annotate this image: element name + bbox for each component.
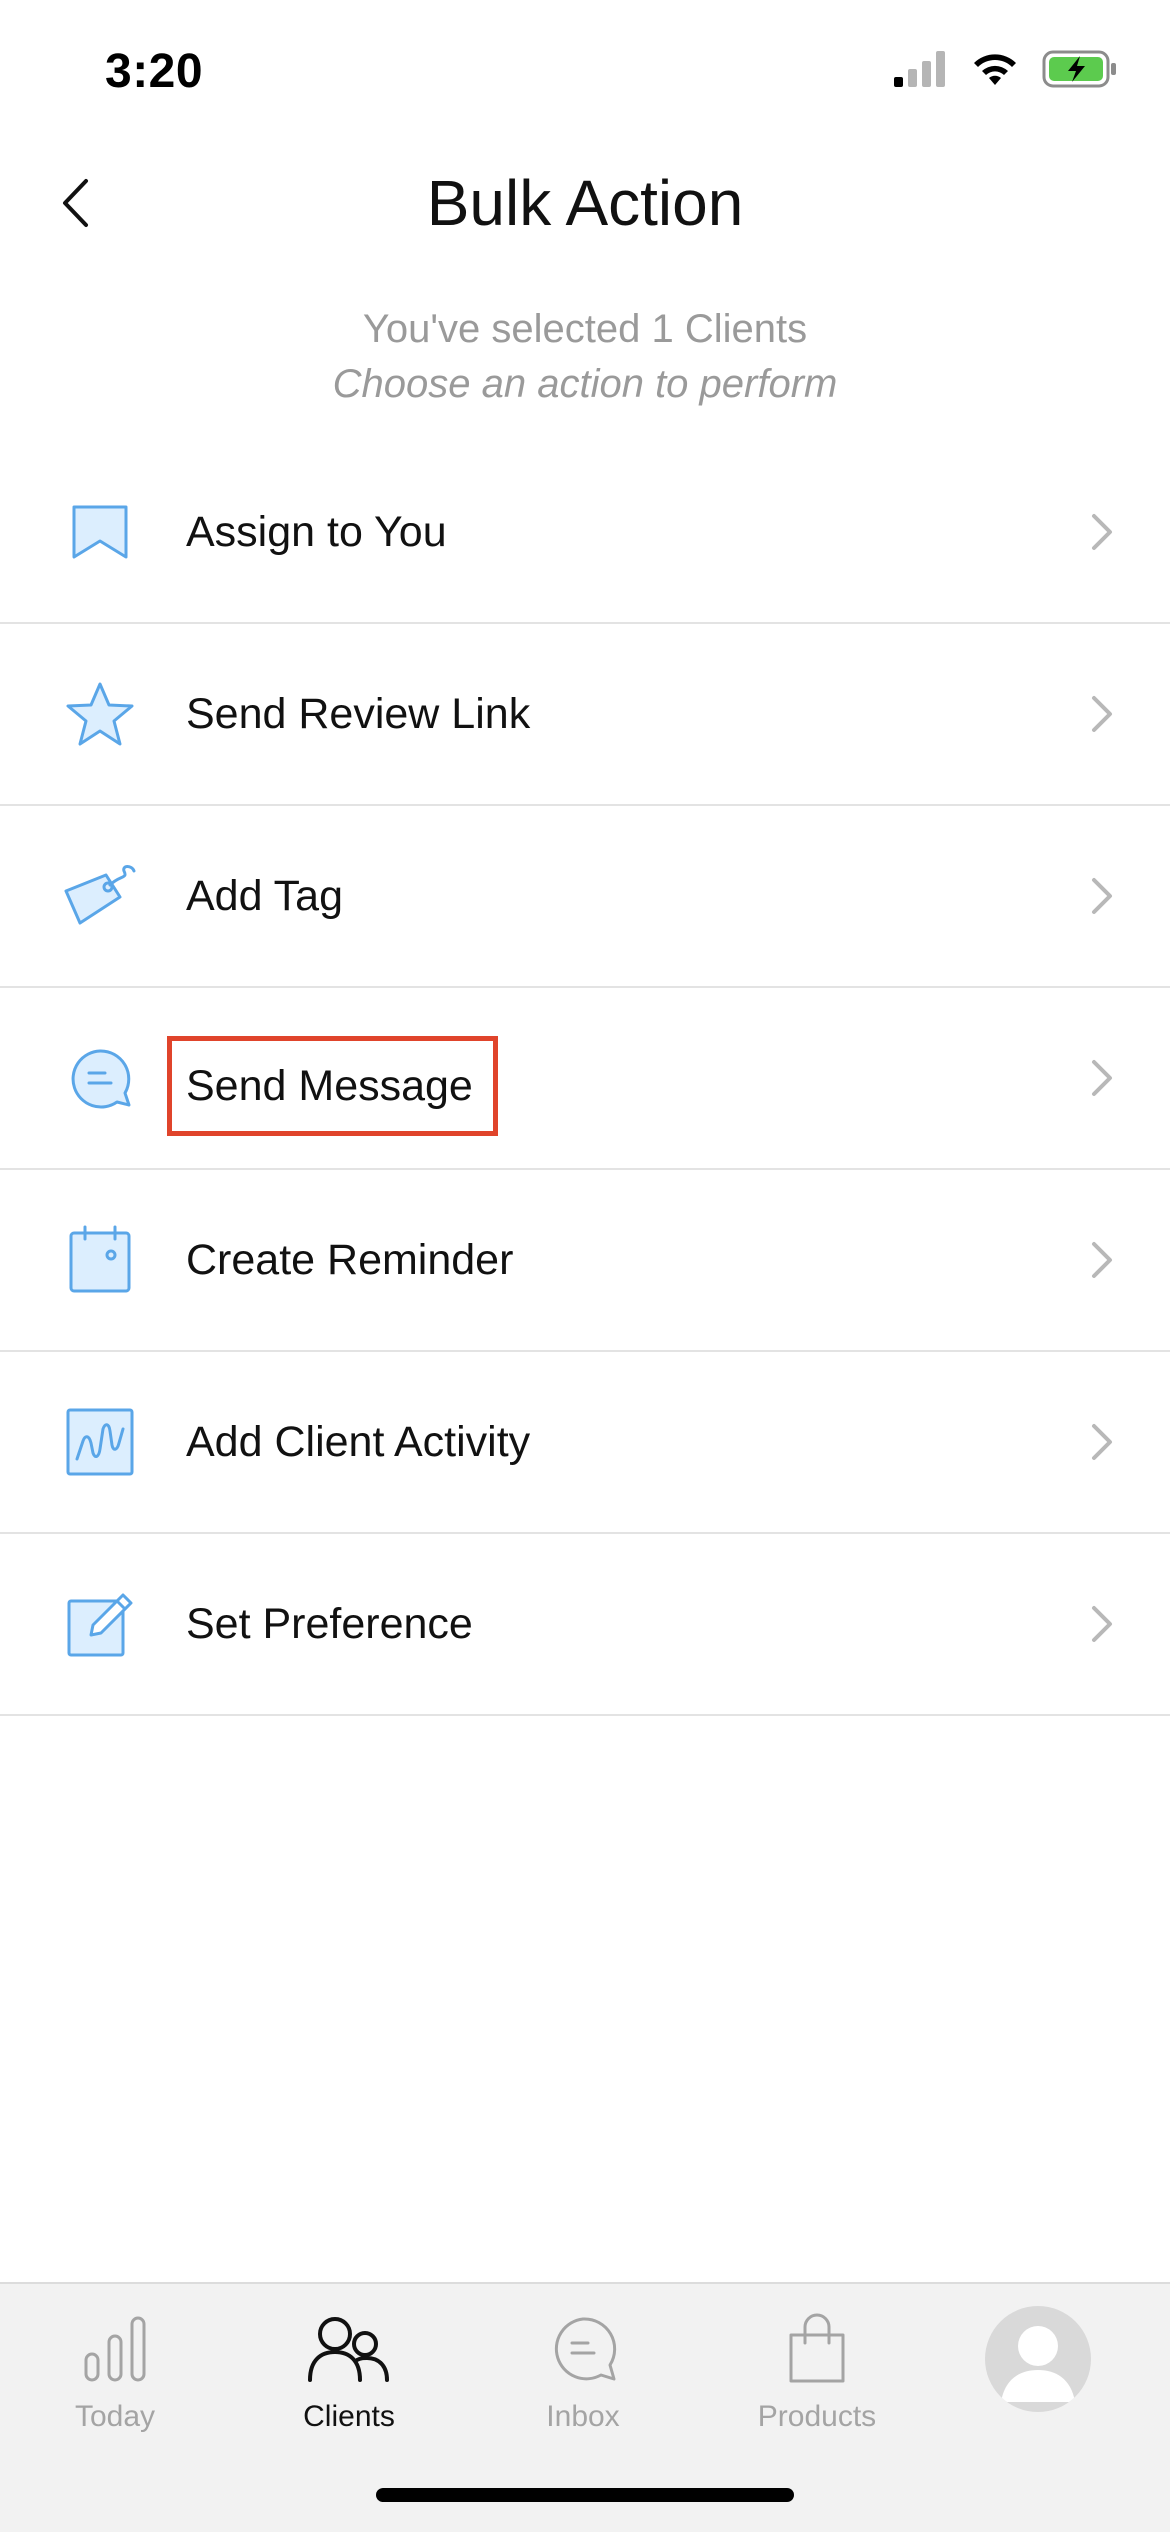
chevron-right-icon (1082, 510, 1122, 554)
action-add-client-activity[interactable]: Add Client Activity (0, 1352, 1170, 1534)
tag-icon (60, 861, 140, 931)
battery-charging-icon (1042, 50, 1118, 93)
profile-avatar-icon[interactable] (985, 2306, 1091, 2412)
edit-icon (60, 1589, 140, 1659)
status-bar: 3:20 (0, 0, 1170, 140)
action-label: Send Message (167, 1036, 498, 1136)
clients-icon (249, 2304, 449, 2394)
action-label: Send Review Link (186, 690, 531, 738)
nav-label: Today (74, 2400, 156, 2433)
status-time: 3:20 (105, 45, 204, 98)
activity-icon (60, 1407, 140, 1477)
action-label: Set Preference (186, 1600, 473, 1648)
chevron-right-icon (1082, 692, 1122, 736)
action-label: Create Reminder (186, 1236, 514, 1284)
chevron-right-icon (1082, 1056, 1122, 1100)
nav-label: Products (757, 2400, 877, 2433)
bulk-action-screen: 3:20 Bulk Action You've selected 1 Clien… (0, 0, 1170, 2532)
bar-chart-icon (15, 2304, 215, 2394)
action-add-tag[interactable]: Add Tag (0, 806, 1170, 988)
home-indicator (376, 2488, 794, 2502)
selection-summary: You've selected 1 Clients Choose an acti… (0, 302, 1170, 412)
tab-inbox[interactable]: Inbox (483, 2304, 683, 2444)
tab-today[interactable]: Today (15, 2304, 215, 2444)
chevron-right-icon (1082, 1238, 1122, 1282)
action-label: Add Tag (186, 872, 344, 920)
action-send-message[interactable]: Send Message (0, 988, 1170, 1170)
chevron-right-icon (1082, 874, 1122, 918)
calendar-icon (60, 1225, 140, 1295)
message-bubble-icon (60, 1043, 140, 1113)
action-label: Add Client Activity (186, 1418, 531, 1466)
header: Bulk Action (0, 140, 1170, 270)
page-title: Bulk Action (426, 167, 744, 239)
nav-label: Inbox (546, 2400, 620, 2433)
inbox-icon (483, 2304, 683, 2394)
cellular-signal-icon (894, 51, 948, 92)
chevron-right-icon (1082, 1602, 1122, 1646)
action-assign-to-you[interactable]: Assign to You (0, 442, 1170, 624)
wifi-icon (970, 51, 1020, 92)
action-list: Assign to You Send Review Link Add Tag S… (0, 442, 1170, 1716)
instruction-text: Choose an action to perform (332, 362, 838, 406)
action-set-preference[interactable]: Set Preference (0, 1534, 1170, 1716)
shopping-bag-icon (717, 2304, 917, 2394)
selection-count-text: You've selected 1 Clients (362, 307, 808, 351)
chevron-right-icon (1082, 1420, 1122, 1464)
action-create-reminder[interactable]: Create Reminder (0, 1170, 1170, 1352)
star-icon (60, 679, 140, 749)
tab-products[interactable]: Products (717, 2304, 917, 2444)
status-icons (894, 50, 1118, 93)
tab-clients[interactable]: Clients (249, 2304, 449, 2444)
bookmark-icon (60, 497, 140, 567)
nav-label: Clients (303, 2400, 395, 2433)
action-send-review-link[interactable]: Send Review Link (0, 624, 1170, 806)
action-label: Assign to You (186, 508, 447, 556)
